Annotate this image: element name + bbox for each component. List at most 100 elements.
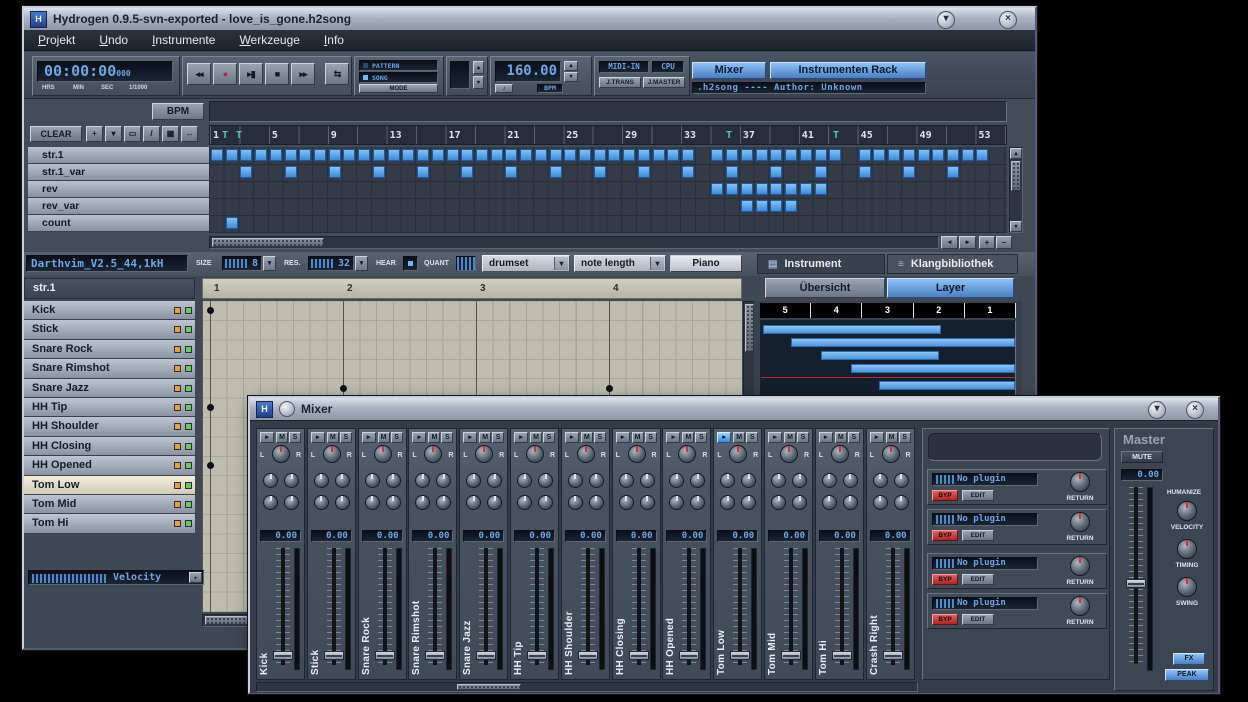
mixer-close-button[interactable]: ×: [1186, 401, 1204, 419]
song-horizontal-scrollbar[interactable]: [209, 236, 939, 249]
channel-fx-send-knob[interactable]: [386, 473, 401, 488]
menu-info[interactable]: Info: [324, 33, 344, 47]
song-cell[interactable]: [815, 166, 827, 178]
channel-fx-send-knob[interactable]: [741, 473, 756, 488]
channel-fx-send-knob[interactable]: [538, 473, 553, 488]
channel-play-button[interactable]: ▸: [616, 432, 630, 443]
fx-return-knob[interactable]: [1070, 596, 1090, 616]
piano-button[interactable]: Piano: [670, 255, 742, 272]
solo-led[interactable]: [185, 462, 192, 469]
song-cell[interactable]: [873, 149, 885, 161]
channel-fx-send-knob[interactable]: [619, 473, 634, 488]
size-dropdown-arrow[interactable]: ▾: [263, 256, 276, 271]
channel-solo-button[interactable]: S: [797, 432, 809, 443]
loop-button[interactable]: ⇆: [325, 63, 349, 85]
channel-fx-send-knob[interactable]: [822, 473, 837, 488]
channel-fader-handle[interactable]: [679, 651, 699, 660]
song-cell[interactable]: [756, 200, 768, 212]
mode-button[interactable]: MODE: [359, 84, 438, 93]
song-cell[interactable]: [343, 149, 355, 161]
song-cell[interactable]: [682, 166, 694, 178]
song-cell[interactable]: [770, 183, 782, 195]
channel-fx-send-knob[interactable]: [669, 473, 684, 488]
fx-return-knob[interactable]: [1070, 472, 1090, 492]
close-button[interactable]: ×: [999, 11, 1017, 29]
menu-werkzeuge[interactable]: Werkzeuge: [239, 33, 299, 47]
quantize-toggle[interactable]: [456, 256, 476, 271]
fx-edit-button[interactable]: EDIT: [962, 530, 994, 541]
fx-return-knob[interactable]: [1070, 512, 1090, 532]
song-cell[interactable]: [726, 183, 738, 195]
channel-fx-send-knob[interactable]: [720, 473, 735, 488]
song-cell[interactable]: [447, 149, 459, 161]
channel-play-button[interactable]: ▸: [463, 432, 477, 443]
instrument-row[interactable]: Snare Rock: [24, 340, 195, 359]
window-menu-button[interactable]: [279, 401, 295, 417]
channel-play-button[interactable]: ▸: [514, 432, 528, 443]
note-dot[interactable]: [207, 307, 214, 314]
layer-waveform-display[interactable]: [760, 320, 1016, 397]
song-cell[interactable]: [226, 217, 238, 229]
layer-button[interactable]: Layer: [887, 278, 1014, 298]
record-button[interactable]: ●: [213, 63, 237, 85]
song-pattern-grid[interactable]: [209, 147, 1007, 233]
mute-led[interactable]: [174, 365, 181, 372]
channel-fx-send-knob[interactable]: [263, 473, 278, 488]
song-tool-button-6[interactable]: ↔: [181, 126, 198, 142]
tempo-ruler-strip[interactable]: [209, 101, 1007, 122]
channel-fx-send-knob[interactable]: [771, 473, 786, 488]
layer-tab-4[interactable]: 4: [811, 303, 862, 318]
song-tool-button-4[interactable]: /: [143, 126, 160, 142]
instrument-row[interactable]: HH Opened: [24, 456, 195, 475]
channel-fader-handle[interactable]: [781, 651, 801, 660]
channel-mute-button[interactable]: M: [886, 432, 898, 443]
song-cell[interactable]: [432, 149, 444, 161]
mute-led[interactable]: [174, 501, 181, 508]
scroll-grip[interactable]: [457, 684, 521, 690]
bpm-up-button[interactable]: ▴: [564, 61, 578, 71]
mixer-shade-button[interactable]: ▾: [1148, 401, 1166, 419]
song-cell[interactable]: [373, 149, 385, 161]
note-dot[interactable]: [207, 462, 214, 469]
overview-button[interactable]: Übersicht: [765, 278, 885, 298]
channel-solo-button[interactable]: S: [543, 432, 555, 443]
channel-play-button[interactable]: ▸: [819, 432, 833, 443]
channel-fx-send-knob[interactable]: [619, 495, 634, 510]
channel-mute-button[interactable]: M: [581, 432, 593, 443]
metronome-button[interactable]: ♪: [495, 84, 513, 93]
channel-fx-send-knob[interactable]: [284, 495, 299, 510]
pan-knob[interactable]: [577, 445, 595, 463]
mute-led[interactable]: [174, 326, 181, 333]
song-cell[interactable]: [285, 149, 297, 161]
note-dot[interactable]: [340, 385, 347, 392]
song-cell[interactable]: [770, 200, 782, 212]
song-cell[interactable]: [373, 166, 385, 178]
layer-tab-1[interactable]: 1: [965, 303, 1016, 318]
pattern-beat-ruler[interactable]: 1234: [202, 278, 742, 299]
channel-fx-send-knob[interactable]: [466, 495, 481, 510]
song-cell[interactable]: [461, 149, 473, 161]
fx-bypass-button[interactable]: BYP: [932, 490, 958, 501]
channel-fx-send-knob[interactable]: [487, 495, 502, 510]
channel-mute-button[interactable]: M: [378, 432, 390, 443]
channel-fader-handle[interactable]: [375, 651, 395, 660]
song-cell[interactable]: [726, 166, 738, 178]
song-cell[interactable]: [756, 183, 768, 195]
song-cell[interactable]: [417, 166, 429, 178]
instrument-row[interactable]: HH Shoulder: [24, 417, 195, 436]
channel-mute-button[interactable]: M: [530, 432, 542, 443]
channel-fx-send-knob[interactable]: [640, 473, 655, 488]
song-cell[interactable]: [785, 149, 797, 161]
channel-fader-handle[interactable]: [578, 651, 598, 660]
song-cell[interactable]: [550, 149, 562, 161]
mixer-titlebar[interactable]: H Mixer ▾ ×: [250, 398, 1218, 420]
mixer-scrollbar[interactable]: [256, 682, 918, 692]
song-cell[interactable]: [550, 166, 562, 178]
scroll-grip[interactable]: [745, 304, 754, 352]
channel-fx-send-knob[interactable]: [284, 473, 299, 488]
instrument-row[interactable]: HH Tip: [24, 398, 195, 417]
song-pattern-label[interactable]: count: [28, 215, 209, 232]
channel-fx-send-knob[interactable]: [314, 473, 329, 488]
channel-fader-handle[interactable]: [273, 651, 293, 660]
song-cell[interactable]: [285, 166, 297, 178]
